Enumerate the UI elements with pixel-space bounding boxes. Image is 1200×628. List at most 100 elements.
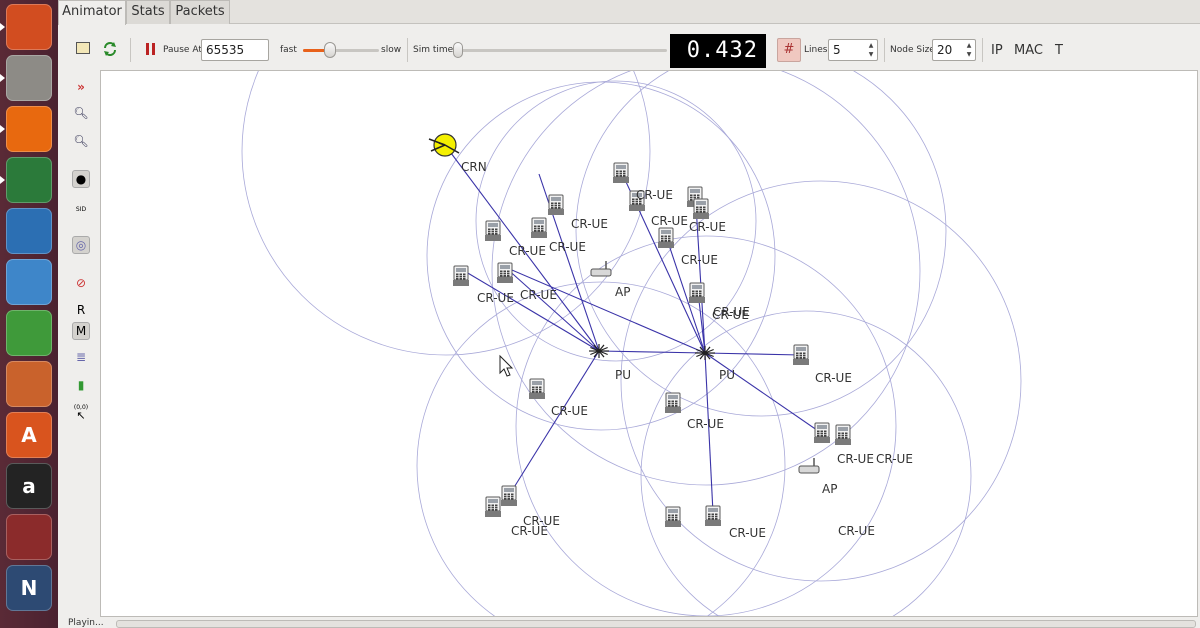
sim-time-slider-handle[interactable] (453, 42, 463, 58)
node-label-cr-ue: CR-UE (729, 526, 766, 540)
impress-presentation-icon[interactable] (6, 361, 52, 407)
speed-slider-track[interactable] (303, 49, 379, 52)
status-progress (116, 620, 1196, 628)
open-file-icon[interactable] (76, 42, 90, 54)
cr-ue-node-icon[interactable] (485, 220, 501, 241)
speed-slider-handle[interactable] (323, 42, 336, 58)
cr-ue-node-icon[interactable] (531, 217, 547, 238)
node-labels: CRNCR-UECR-UECR-UECR-UECR-UE CR-UECR-UECR… (461, 160, 913, 540)
tab-bar: Animator Stats Packets (58, 0, 1200, 25)
side-toolbar: » 🔍︎ 🔍︎ ● SID ◎ ⊘ R M ≣ ▮ (0,0) ↖ (58, 72, 100, 628)
unity-launcher: Aa N (0, 0, 58, 628)
cr-ue-node-icon[interactable] (501, 485, 517, 506)
node-label-cr-ue: CR-UE (689, 220, 726, 234)
cr-ue-node-icon[interactable] (835, 424, 851, 445)
tab-stats[interactable]: Stats (126, 0, 170, 24)
crn-node-icon[interactable] (428, 133, 460, 157)
fast-label: fast (280, 45, 297, 55)
cr-ue-node-icon[interactable] (793, 344, 809, 365)
range-circle (241, 71, 651, 356)
globe-app-icon[interactable] (0, 157, 52, 203)
r-toggle-button[interactable]: R (72, 301, 90, 319)
ubuntu-dash-icon[interactable] (0, 4, 52, 50)
node-label-cr-ue: CR-UE (551, 404, 588, 418)
node-size-spinner-arrows[interactable]: ▲ ▼ (964, 41, 974, 59)
t-toggle-button[interactable]: T (1055, 43, 1063, 58)
cr-ue-node-icon[interactable] (693, 198, 709, 219)
node-label-cr-ue: CR-UE (651, 214, 688, 228)
cr-ue-node-icon[interactable] (548, 194, 564, 215)
cr-ue-node-icon[interactable] (814, 422, 830, 443)
expand-panel-icon[interactable]: » (72, 78, 90, 96)
cr-ue-node-icon[interactable] (485, 496, 501, 517)
link-line (504, 266, 706, 354)
sim-time-slider-track[interactable] (455, 49, 667, 52)
cr-ue-node-icon[interactable] (529, 378, 545, 399)
file-cabinet-icon[interactable] (0, 55, 52, 101)
cr-ue-node-icon[interactable] (497, 262, 513, 283)
cr-ue-node-icon[interactable] (453, 265, 469, 286)
link-line (704, 352, 802, 356)
node-label-cr-ue: CR-UE (687, 417, 724, 431)
pause-icon-bar-right[interactable] (152, 43, 155, 55)
pu-node-icon[interactable] (589, 344, 609, 358)
tab-animator[interactable]: Animator (58, 0, 126, 25)
show-nodes-icon[interactable]: ● (72, 170, 90, 188)
sid-toggle[interactable]: SID (72, 200, 90, 218)
pointer-icon[interactable]: ↖ (72, 406, 90, 424)
m-toggle-button[interactable]: M (72, 322, 90, 340)
firefox-icon[interactable] (0, 106, 52, 152)
node-label-cr-ue: CR-UE (477, 291, 514, 305)
pause-at-input[interactable]: 65535 (201, 39, 269, 61)
link-line (512, 350, 600, 490)
grid-lines-toggle-icon[interactable]: # (777, 38, 801, 62)
software-center-icon[interactable]: A (6, 412, 52, 458)
lines-spinbox[interactable]: 5 ▲ ▼ (828, 39, 878, 61)
ip-toggle-button[interactable]: IP (991, 43, 1003, 58)
amazon-icon[interactable]: a (6, 463, 52, 509)
netanim-icon[interactable]: N (6, 565, 52, 611)
zoom-in-icon[interactable]: 🔍︎ (72, 104, 90, 122)
node-label-cr-ue: CR-UE (511, 524, 548, 538)
toolbar-separator (130, 38, 131, 62)
animation-canvas[interactable]: CRN CR-UE CR-UE CR-UE CR-UE CR-UE CR-UE CR-UE CR… (100, 70, 1198, 617)
network-scene: CRNCR-UECR-UECR-UECR-UECR-UE CR-UECR-UECR… (241, 71, 1022, 616)
lines-value: 5 (833, 43, 841, 57)
access-point-icon[interactable] (798, 458, 820, 474)
cr-ue-node-icon[interactable] (613, 162, 629, 183)
pause-icon-bar-left[interactable] (146, 43, 149, 55)
cube-3d-icon[interactable] (6, 259, 52, 305)
cr-ue-node-icon[interactable] (705, 505, 721, 526)
range-circle (416, 281, 786, 616)
node-size-value: 20 (937, 43, 953, 57)
cr-ue-node-icon[interactable] (665, 392, 681, 413)
battery-icon[interactable]: ▮ (72, 376, 90, 394)
node-label-cr-ue: CR-UE (876, 452, 913, 466)
mac-toggle-button[interactable]: MAC (1014, 43, 1043, 58)
packet-list-icon[interactable]: ≣ (72, 348, 90, 366)
node-label-pu: PU (615, 368, 631, 382)
system-settings-icon[interactable] (6, 514, 52, 560)
cr-ue-node-icon[interactable] (665, 506, 681, 527)
cr-ue-node-icon[interactable] (658, 227, 674, 248)
link-line (598, 350, 706, 354)
zoom-out-icon[interactable]: 🔍︎ (72, 132, 90, 150)
cr-ue-node-icon[interactable] (689, 282, 705, 303)
status-text: Playin... (68, 618, 104, 628)
range-circle (575, 71, 947, 417)
toolbar-separator (982, 38, 983, 62)
writer-document-icon[interactable] (6, 208, 52, 254)
toolbar-separator (884, 38, 885, 62)
node-label-cr-ue: CR-UE (520, 288, 557, 302)
stop-icon[interactable]: ⊘ (72, 274, 90, 292)
node-label-cr-ue: CR-UE (713, 305, 750, 319)
node-label-ap: AP (822, 482, 837, 496)
reload-icon[interactable] (102, 41, 118, 57)
node-size-spinbox[interactable]: 20 ▲ ▼ (932, 39, 976, 61)
tab-packets[interactable]: Packets (170, 0, 230, 24)
node-label-cr-ue: CR-UE (636, 188, 673, 202)
lines-spinner-arrows[interactable]: ▲ ▼ (866, 41, 876, 59)
calc-spreadsheet-icon[interactable] (6, 310, 52, 356)
node-size-label: Node Size (890, 45, 935, 55)
wireless-circles-icon[interactable]: ◎ (72, 236, 90, 254)
